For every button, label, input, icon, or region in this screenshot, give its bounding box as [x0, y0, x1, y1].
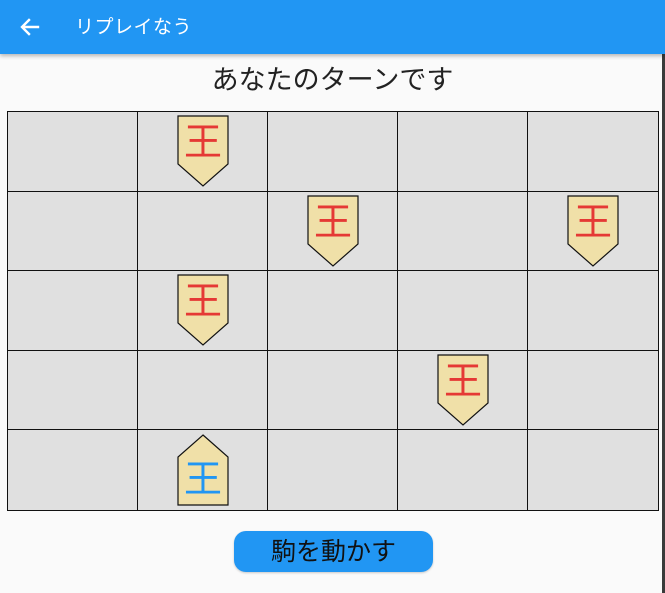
board-cell-r4-c3[interactable]	[398, 430, 528, 510]
board-cell-r4-c4[interactable]	[528, 430, 658, 510]
opponent-piece[interactable]: 王	[176, 114, 230, 188]
shogi-piece-shape: 王	[436, 354, 489, 426]
player-piece[interactable]: 王	[176, 433, 230, 507]
board-cell-r0-c3[interactable]	[398, 112, 528, 192]
opponent-piece[interactable]: 王	[306, 194, 360, 268]
board-cell-r3-c0[interactable]	[8, 350, 138, 431]
back-button[interactable]	[14, 11, 46, 43]
shogi-piece-shape: 王	[567, 195, 619, 267]
board-cell-r2-c0[interactable]	[8, 271, 138, 351]
piece-glyph: 王	[183, 457, 221, 501]
piece-glyph: 王	[443, 359, 481, 403]
board-cell-r1-c3[interactable]	[398, 191, 528, 272]
board-cell-r4-c0[interactable]	[8, 430, 138, 510]
opponent-piece[interactable]: 王	[436, 353, 490, 427]
shogi-piece-shape: 王	[176, 434, 229, 506]
piece-glyph: 王	[313, 200, 351, 244]
piece-glyph: 王	[183, 279, 221, 323]
app-bar: リプレイなう	[0, 0, 665, 54]
board-cell-r3-c3[interactable]: 王	[398, 350, 528, 431]
board-cell-r2-c2[interactable]	[268, 271, 398, 351]
arrow-back-icon	[20, 18, 40, 36]
board-cell-r0-c4[interactable]	[528, 112, 658, 192]
board-cell-r4-c2[interactable]	[268, 430, 398, 510]
game-board: 王王王王王王	[7, 111, 659, 511]
board-cell-r3-c1[interactable]	[138, 350, 268, 431]
board-cell-r2-c1[interactable]: 王	[138, 271, 268, 351]
board-cell-r2-c4[interactable]	[528, 271, 658, 351]
board-cell-r3-c4[interactable]	[528, 350, 658, 431]
piece-glyph: 王	[183, 120, 221, 164]
app-title: リプレイなう	[75, 16, 193, 38]
board-cell-r0-c2[interactable]	[268, 112, 398, 192]
turn-status-text: あなたのターンです	[211, 65, 454, 96]
shogi-piece-shape: 王	[306, 195, 359, 267]
shogi-piece-shape: 王	[176, 115, 229, 188]
opponent-piece[interactable]: 王	[176, 273, 230, 347]
piece-glyph: 王	[574, 200, 612, 244]
opponent-piece[interactable]: 王	[566, 194, 620, 268]
board-cell-r1-c4[interactable]: 王	[528, 191, 658, 272]
board-cell-r0-c1[interactable]: 王	[138, 112, 268, 192]
move-piece-button[interactable]: 駒を動かす	[234, 531, 433, 572]
board-cell-r0-c0[interactable]	[8, 112, 138, 192]
board-cell-r2-c3[interactable]	[398, 271, 528, 351]
board-cell-r1-c0[interactable]	[8, 191, 138, 272]
board-cell-r1-c1[interactable]	[138, 191, 268, 272]
board-cell-r3-c2[interactable]	[268, 350, 398, 431]
board-cell-r1-c2[interactable]: 王	[268, 191, 398, 272]
shogi-piece-shape: 王	[176, 274, 229, 347]
board-cell-r4-c1[interactable]: 王	[138, 430, 268, 510]
